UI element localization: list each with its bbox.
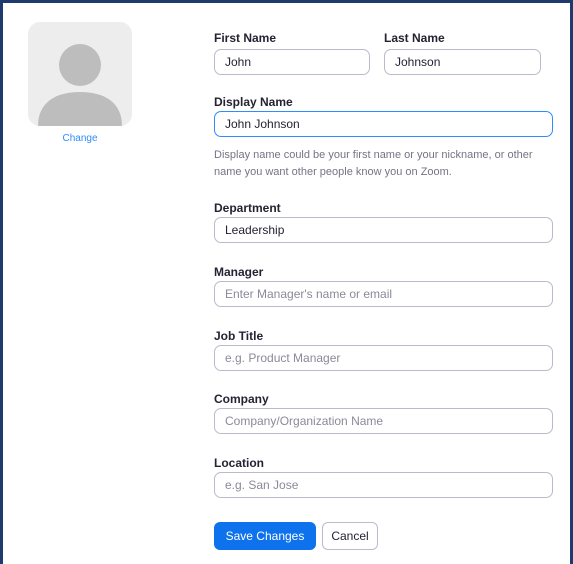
cancel-button[interactable]: Cancel bbox=[322, 522, 378, 550]
display-name-label: Display Name bbox=[214, 95, 293, 109]
change-photo-link[interactable]: Change bbox=[28, 133, 132, 144]
save-changes-button[interactable]: Save Changes bbox=[214, 522, 316, 550]
profile-edit-panel: Change First Name Last Name Display Name… bbox=[0, 0, 573, 564]
company-label: Company bbox=[214, 392, 269, 406]
manager-input[interactable] bbox=[214, 281, 553, 307]
first-name-input[interactable] bbox=[214, 49, 370, 75]
location-label: Location bbox=[214, 456, 264, 470]
display-name-helper-text: Display name could be your first name or… bbox=[214, 149, 533, 178]
first-name-label: First Name bbox=[214, 31, 277, 45]
company-input[interactable] bbox=[214, 408, 553, 434]
display-name-input[interactable] bbox=[214, 111, 553, 137]
job-title-label: Job Title bbox=[214, 329, 264, 343]
department-label: Department bbox=[214, 201, 281, 215]
manager-label: Manager bbox=[214, 265, 264, 279]
default-user-icon bbox=[38, 44, 122, 126]
job-title-input[interactable] bbox=[214, 345, 553, 371]
department-input[interactable] bbox=[214, 217, 553, 243]
last-name-input[interactable] bbox=[384, 49, 541, 75]
last-name-label: Last Name bbox=[384, 31, 445, 45]
avatar[interactable] bbox=[28, 22, 132, 126]
location-input[interactable] bbox=[214, 472, 553, 498]
